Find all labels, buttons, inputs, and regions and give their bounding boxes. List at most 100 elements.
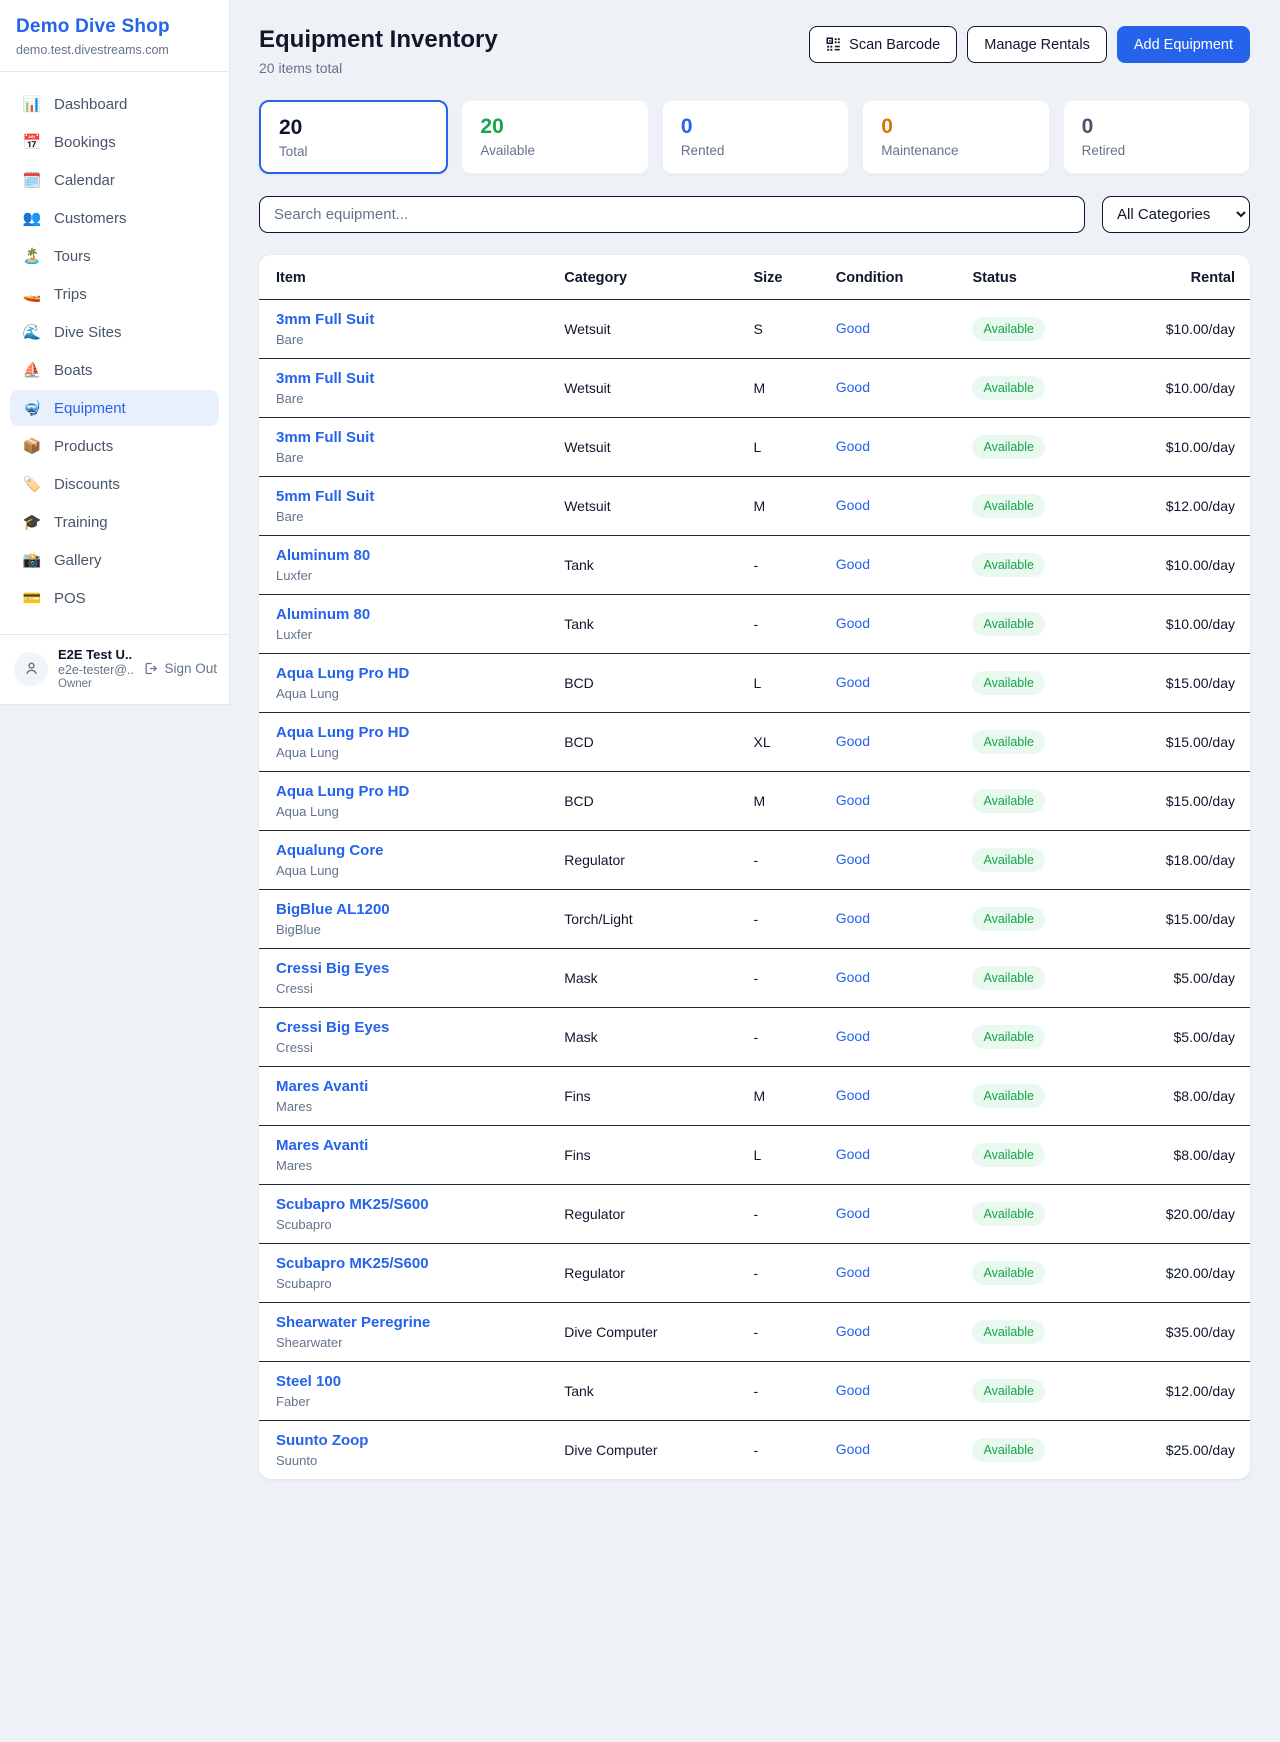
table-row: Aluminum 80 Luxfer Tank - Good Available… [259, 595, 1250, 654]
item-rental: $5.00/day [1121, 949, 1250, 1008]
sidebar: Demo Dive Shop demo.test.divestreams.com… [0, 0, 230, 705]
item-name-link[interactable]: Aluminum 80 [276, 606, 564, 623]
condition-link[interactable]: Good [836, 1087, 870, 1103]
item-name-link[interactable]: Aqua Lung Pro HD [276, 783, 564, 800]
sidebar-item[interactable]: 👥 Customers [10, 200, 219, 236]
search-input[interactable] [259, 196, 1085, 233]
condition-link[interactable]: Good [836, 1323, 870, 1339]
item-name-link[interactable]: Cressi Big Eyes [276, 1019, 564, 1036]
condition-link[interactable]: Good [836, 556, 870, 572]
user-block: E2E Test U... e2e-tester@... Owner Sign … [0, 634, 229, 704]
sign-out-button[interactable]: Sign Out [143, 661, 217, 676]
add-equipment-label: Add Equipment [1134, 37, 1233, 53]
column-status: Status [972, 255, 1121, 300]
condition-link[interactable]: Good [836, 674, 870, 690]
item-name-link[interactable]: Aqua Lung Pro HD [276, 724, 564, 741]
sidebar-item[interactable]: 💳 POS [10, 580, 219, 616]
main-content: Equipment Inventory 20 items total Sca [230, 0, 1280, 1519]
condition-link[interactable]: Good [836, 320, 870, 336]
scan-barcode-button[interactable]: Scan Barcode [809, 26, 957, 63]
sidebar-item[interactable]: 🌊 Dive Sites [10, 314, 219, 350]
condition-link[interactable]: Good [836, 1382, 870, 1398]
stat-card[interactable]: 20 Available [461, 100, 648, 174]
item-name-link[interactable]: 3mm Full Suit [276, 370, 564, 387]
item-name-link[interactable]: Mares Avanti [276, 1137, 564, 1154]
add-equipment-button[interactable]: Add Equipment [1117, 26, 1250, 63]
user-role: Owner [58, 678, 133, 690]
status-badge: Available [972, 1025, 1045, 1049]
status-badge: Available [972, 317, 1045, 341]
item-name-link[interactable]: BigBlue AL1200 [276, 901, 564, 918]
condition-link[interactable]: Good [836, 910, 870, 926]
condition-link[interactable]: Good [836, 1441, 870, 1457]
table-header: Item Category Size Condition Status Rent… [259, 255, 1250, 300]
sidebar-item[interactable]: ⛵ Boats [10, 352, 219, 388]
status-badge: Available [972, 376, 1045, 400]
sidebar-item[interactable]: 📊 Dashboard [10, 86, 219, 122]
sidebar-item[interactable]: 📅 Bookings [10, 124, 219, 160]
item-rental: $20.00/day [1121, 1244, 1250, 1303]
condition-link[interactable]: Good [836, 1028, 870, 1044]
stat-label: Retired [1082, 143, 1231, 158]
sidebar-item[interactable]: 📸 Gallery [10, 542, 219, 578]
avatar [14, 652, 48, 686]
condition-link[interactable]: Good [836, 1146, 870, 1162]
item-brand: Scubapro [276, 1217, 564, 1232]
condition-link[interactable]: Good [836, 1205, 870, 1221]
item-name-link[interactable]: Shearwater Peregrine [276, 1314, 564, 1331]
item-name-link[interactable]: Aqualung Core [276, 842, 564, 859]
item-rental: $5.00/day [1121, 1008, 1250, 1067]
item-name-link[interactable]: Aqua Lung Pro HD [276, 665, 564, 682]
item-category: Wetsuit [564, 418, 753, 477]
item-rental: $8.00/day [1121, 1067, 1250, 1126]
item-rental: $10.00/day [1121, 359, 1250, 418]
table-row: Aqualung Core Aqua Lung Regulator - Good… [259, 831, 1250, 890]
item-brand: Cressi [276, 981, 564, 996]
nav-item-label: Customers [54, 210, 127, 227]
stat-card[interactable]: 20 Total [259, 100, 448, 174]
condition-link[interactable]: Good [836, 438, 870, 454]
sidebar-item[interactable]: 🚤 Trips [10, 276, 219, 312]
sidebar-item[interactable]: 🏷️ Discounts [10, 466, 219, 502]
item-category: BCD [564, 772, 753, 831]
stat-label: Rented [681, 143, 830, 158]
item-name-link[interactable]: 3mm Full Suit [276, 311, 564, 328]
item-name-link[interactable]: Steel 100 [276, 1373, 564, 1390]
sidebar-item[interactable]: 📦 Products [10, 428, 219, 464]
condition-link[interactable]: Good [836, 851, 870, 867]
sidebar-item[interactable]: 🤿 Equipment [10, 390, 219, 426]
item-size: - [753, 595, 835, 654]
item-size: - [753, 1008, 835, 1067]
item-name-link[interactable]: Scubapro MK25/S600 [276, 1255, 564, 1272]
stat-card[interactable]: 0 Retired [1063, 100, 1250, 174]
stat-card[interactable]: 0 Maintenance [862, 100, 1049, 174]
manage-rentals-button[interactable]: Manage Rentals [967, 26, 1107, 63]
condition-link[interactable]: Good [836, 792, 870, 808]
condition-link[interactable]: Good [836, 615, 870, 631]
condition-link[interactable]: Good [836, 969, 870, 985]
item-name-link[interactable]: Suunto Zoop [276, 1432, 564, 1449]
page-header-text: Equipment Inventory 20 items total [259, 26, 498, 76]
item-category: Wetsuit [564, 359, 753, 418]
item-name-link[interactable]: Scubapro MK25/S600 [276, 1196, 564, 1213]
item-name-link[interactable]: Aluminum 80 [276, 547, 564, 564]
item-rental: $15.00/day [1121, 890, 1250, 949]
item-name-link[interactable]: Cressi Big Eyes [276, 960, 564, 977]
sidebar-item[interactable]: 🗓️ Calendar [10, 162, 219, 198]
item-name-link[interactable]: 5mm Full Suit [276, 488, 564, 505]
item-size: - [753, 536, 835, 595]
nav-item-icon: 🗓️ [22, 171, 42, 189]
sidebar-item[interactable]: 🏝️ Tours [10, 238, 219, 274]
item-name-link[interactable]: 3mm Full Suit [276, 429, 564, 446]
category-select[interactable]: All Categories [1102, 196, 1250, 233]
condition-link[interactable]: Good [836, 733, 870, 749]
condition-link[interactable]: Good [836, 497, 870, 513]
sidebar-item[interactable]: 🎓 Training [10, 504, 219, 540]
item-category: Wetsuit [564, 477, 753, 536]
stat-card[interactable]: 0 Rented [662, 100, 849, 174]
nav-item-label: Equipment [54, 400, 126, 417]
condition-link[interactable]: Good [836, 379, 870, 395]
item-name-link[interactable]: Mares Avanti [276, 1078, 564, 1095]
stat-label: Total [279, 144, 428, 159]
condition-link[interactable]: Good [836, 1264, 870, 1280]
